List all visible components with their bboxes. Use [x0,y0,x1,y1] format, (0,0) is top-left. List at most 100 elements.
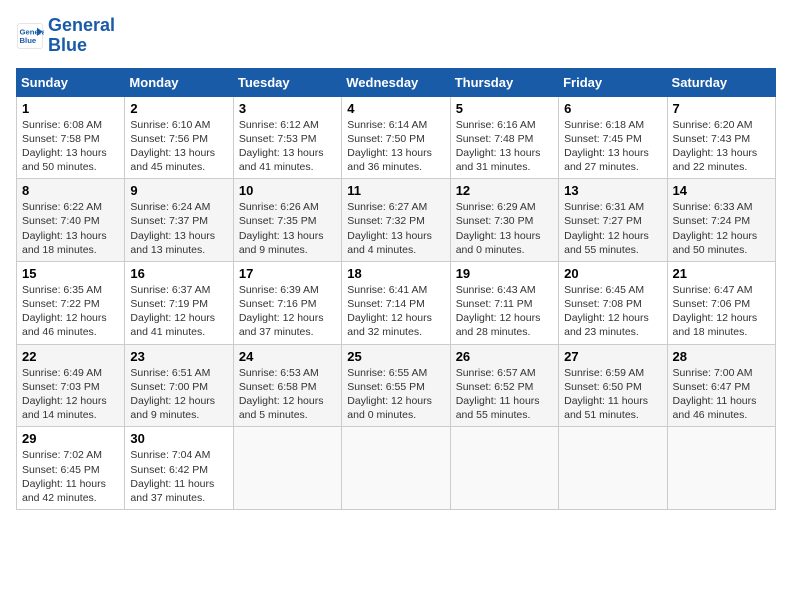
day-number: 13 [564,183,661,198]
day-number: 25 [347,349,444,364]
day-number: 22 [22,349,119,364]
day-info: Sunrise: 6:39 AMSunset: 7:16 PMDaylight:… [239,284,324,339]
day-number: 21 [673,266,770,281]
day-cell: 16 Sunrise: 6:37 AMSunset: 7:19 PMDaylig… [125,261,233,344]
day-info: Sunrise: 6:26 AMSunset: 7:35 PMDaylight:… [239,201,324,256]
header-cell-tuesday: Tuesday [233,68,341,96]
day-cell: 28 Sunrise: 7:00 AMSunset: 6:47 PMDaylig… [667,344,775,427]
day-info: Sunrise: 6:35 AMSunset: 7:22 PMDaylight:… [22,284,107,339]
logo: General Blue General Blue [16,16,115,56]
day-cell: 10 Sunrise: 6:26 AMSunset: 7:35 PMDaylig… [233,179,341,262]
day-number: 29 [22,431,119,446]
week-row-2: 8 Sunrise: 6:22 AMSunset: 7:40 PMDayligh… [17,179,776,262]
day-info: Sunrise: 6:45 AMSunset: 7:08 PMDaylight:… [564,284,649,339]
day-info: Sunrise: 6:53 AMSunset: 6:58 PMDaylight:… [239,367,324,422]
day-cell: 15 Sunrise: 6:35 AMSunset: 7:22 PMDaylig… [17,261,125,344]
svg-text:Blue: Blue [20,36,37,45]
day-number: 20 [564,266,661,281]
day-number: 8 [22,183,119,198]
day-info: Sunrise: 6:47 AMSunset: 7:06 PMDaylight:… [673,284,758,339]
day-number: 7 [673,101,770,116]
day-number: 6 [564,101,661,116]
day-cell [342,427,450,510]
day-cell: 17 Sunrise: 6:39 AMSunset: 7:16 PMDaylig… [233,261,341,344]
day-cell: 27 Sunrise: 6:59 AMSunset: 6:50 PMDaylig… [559,344,667,427]
calendar-body: 1 Sunrise: 6:08 AMSunset: 7:58 PMDayligh… [17,96,776,509]
logo-text: General Blue [48,16,115,56]
day-number: 28 [673,349,770,364]
day-info: Sunrise: 6:33 AMSunset: 7:24 PMDaylight:… [673,201,758,256]
header-cell-saturday: Saturday [667,68,775,96]
day-cell: 30 Sunrise: 7:04 AMSunset: 6:42 PMDaylig… [125,427,233,510]
header-cell-friday: Friday [559,68,667,96]
day-cell: 14 Sunrise: 6:33 AMSunset: 7:24 PMDaylig… [667,179,775,262]
day-info: Sunrise: 6:27 AMSunset: 7:32 PMDaylight:… [347,201,432,256]
day-cell: 18 Sunrise: 6:41 AMSunset: 7:14 PMDaylig… [342,261,450,344]
week-row-3: 15 Sunrise: 6:35 AMSunset: 7:22 PMDaylig… [17,261,776,344]
day-cell: 3 Sunrise: 6:12 AMSunset: 7:53 PMDayligh… [233,96,341,179]
week-row-4: 22 Sunrise: 6:49 AMSunset: 7:03 PMDaylig… [17,344,776,427]
day-number: 24 [239,349,336,364]
day-cell: 9 Sunrise: 6:24 AMSunset: 7:37 PMDayligh… [125,179,233,262]
day-number: 2 [130,101,227,116]
logo-icon: General Blue [16,22,44,50]
day-number: 18 [347,266,444,281]
week-row-1: 1 Sunrise: 6:08 AMSunset: 7:58 PMDayligh… [17,96,776,179]
header-cell-thursday: Thursday [450,68,558,96]
day-number: 16 [130,266,227,281]
calendar-table: SundayMondayTuesdayWednesdayThursdayFrid… [16,68,776,510]
day-number: 23 [130,349,227,364]
day-info: Sunrise: 6:12 AMSunset: 7:53 PMDaylight:… [239,119,324,174]
day-info: Sunrise: 6:20 AMSunset: 7:43 PMDaylight:… [673,119,758,174]
day-number: 5 [456,101,553,116]
day-number: 10 [239,183,336,198]
day-cell: 29 Sunrise: 7:02 AMSunset: 6:45 PMDaylig… [17,427,125,510]
day-info: Sunrise: 6:41 AMSunset: 7:14 PMDaylight:… [347,284,432,339]
day-number: 19 [456,266,553,281]
day-info: Sunrise: 7:02 AMSunset: 6:45 PMDaylight:… [22,449,106,504]
day-number: 11 [347,183,444,198]
day-number: 9 [130,183,227,198]
day-info: Sunrise: 6:16 AMSunset: 7:48 PMDaylight:… [456,119,541,174]
day-number: 15 [22,266,119,281]
day-cell [559,427,667,510]
day-info: Sunrise: 7:04 AMSunset: 6:42 PMDaylight:… [130,449,214,504]
day-number: 14 [673,183,770,198]
day-cell: 6 Sunrise: 6:18 AMSunset: 7:45 PMDayligh… [559,96,667,179]
header-cell-wednesday: Wednesday [342,68,450,96]
header-cell-sunday: Sunday [17,68,125,96]
day-number: 4 [347,101,444,116]
day-info: Sunrise: 6:14 AMSunset: 7:50 PMDaylight:… [347,119,432,174]
day-cell: 26 Sunrise: 6:57 AMSunset: 6:52 PMDaylig… [450,344,558,427]
day-number: 12 [456,183,553,198]
day-info: Sunrise: 6:59 AMSunset: 6:50 PMDaylight:… [564,367,648,422]
day-number: 30 [130,431,227,446]
day-cell: 19 Sunrise: 6:43 AMSunset: 7:11 PMDaylig… [450,261,558,344]
day-number: 1 [22,101,119,116]
day-number: 17 [239,266,336,281]
day-info: Sunrise: 6:37 AMSunset: 7:19 PMDaylight:… [130,284,215,339]
day-cell: 5 Sunrise: 6:16 AMSunset: 7:48 PMDayligh… [450,96,558,179]
day-cell: 13 Sunrise: 6:31 AMSunset: 7:27 PMDaylig… [559,179,667,262]
day-info: Sunrise: 6:51 AMSunset: 7:00 PMDaylight:… [130,367,215,422]
day-cell: 23 Sunrise: 6:51 AMSunset: 7:00 PMDaylig… [125,344,233,427]
day-info: Sunrise: 6:29 AMSunset: 7:30 PMDaylight:… [456,201,541,256]
day-cell: 1 Sunrise: 6:08 AMSunset: 7:58 PMDayligh… [17,96,125,179]
day-cell: 11 Sunrise: 6:27 AMSunset: 7:32 PMDaylig… [342,179,450,262]
day-info: Sunrise: 6:49 AMSunset: 7:03 PMDaylight:… [22,367,107,422]
day-info: Sunrise: 6:43 AMSunset: 7:11 PMDaylight:… [456,284,541,339]
day-info: Sunrise: 6:55 AMSunset: 6:55 PMDaylight:… [347,367,432,422]
day-number: 26 [456,349,553,364]
day-info: Sunrise: 6:24 AMSunset: 7:37 PMDaylight:… [130,201,215,256]
day-cell: 22 Sunrise: 6:49 AMSunset: 7:03 PMDaylig… [17,344,125,427]
header-cell-monday: Monday [125,68,233,96]
day-info: Sunrise: 6:22 AMSunset: 7:40 PMDaylight:… [22,201,107,256]
day-cell [233,427,341,510]
day-cell [667,427,775,510]
day-cell: 24 Sunrise: 6:53 AMSunset: 6:58 PMDaylig… [233,344,341,427]
day-cell: 4 Sunrise: 6:14 AMSunset: 7:50 PMDayligh… [342,96,450,179]
week-row-5: 29 Sunrise: 7:02 AMSunset: 6:45 PMDaylig… [17,427,776,510]
day-cell [450,427,558,510]
day-info: Sunrise: 7:00 AMSunset: 6:47 PMDaylight:… [673,367,757,422]
day-cell: 8 Sunrise: 6:22 AMSunset: 7:40 PMDayligh… [17,179,125,262]
